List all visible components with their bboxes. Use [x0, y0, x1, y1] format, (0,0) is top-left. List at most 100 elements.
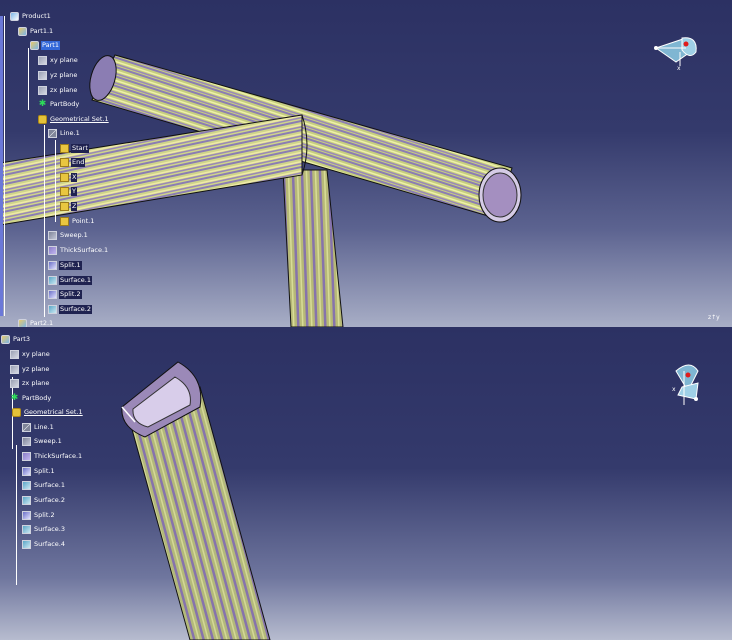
plane-icon[interactable]	[10, 365, 19, 374]
surface-icon[interactable]	[22, 525, 31, 534]
tree-node-label: Split.2	[59, 290, 82, 299]
plane-icon[interactable]	[10, 379, 19, 388]
tree-node-split-2[interactable]: Split.2	[48, 290, 82, 299]
point-icon[interactable]	[60, 144, 69, 153]
surface-icon[interactable]	[48, 276, 57, 285]
cut-tube-render[interactable]	[0, 327, 732, 640]
tree-node-zx-plane[interactable]: zx plane	[10, 379, 50, 388]
tree-node-label: Product1	[22, 12, 51, 20]
horizontal-tube[interactable]	[0, 114, 308, 226]
tree-node-part1[interactable]: Part1	[30, 41, 60, 50]
part-icon[interactable]	[1, 335, 10, 344]
tree-node-thicksurface-1[interactable]: ThickSurface.1	[22, 452, 83, 461]
plane-icon[interactable]	[38, 71, 47, 80]
tree-node-label: Split.2	[34, 511, 55, 519]
tree-node-z[interactable]: Z	[60, 202, 78, 211]
tree-node-surface-3[interactable]: Surface.3	[22, 525, 66, 534]
tree-node-line-1[interactable]: Line.1	[22, 423, 55, 432]
tree-node-partbody[interactable]: ✱ PartBody	[10, 394, 52, 403]
product-icon[interactable]	[10, 12, 19, 21]
tree-node-split-1[interactable]: Split.1	[48, 261, 82, 270]
tree-node-line-1[interactable]: Line.1	[48, 129, 81, 138]
tree-node-thicksurface-1[interactable]: ThickSurface.1	[48, 246, 109, 255]
sweep-icon[interactable]	[22, 437, 31, 446]
axis-triad-icon: z↑y	[708, 314, 720, 321]
tree-node-label: Point.1	[72, 217, 95, 225]
tree-node-label: zx plane	[50, 86, 78, 94]
tree-node-label: Part3	[13, 335, 30, 343]
tree-node-start[interactable]: Start	[60, 144, 89, 153]
tree-node-part3[interactable]: Part3	[1, 335, 31, 344]
line-icon[interactable]	[22, 423, 31, 432]
part-icon[interactable]	[18, 319, 27, 327]
surface-icon[interactable]	[22, 496, 31, 505]
tube-assembly-render[interactable]	[0, 0, 732, 327]
tree-node-geometrical-set-1[interactable]: Geometrical Set.1	[38, 115, 110, 124]
tree-node-surface-2[interactable]: Surface.2	[22, 496, 66, 505]
tree-node-surface-1[interactable]: Surface.1	[22, 481, 66, 490]
tree-node-split-1[interactable]: Split.1	[22, 467, 56, 476]
tree-node-surface-1[interactable]: Surface.1	[48, 276, 92, 285]
surface-icon[interactable]	[22, 481, 31, 490]
tree-node-xy-plane[interactable]: xy plane	[10, 350, 51, 359]
tree-node-sweep-1[interactable]: Sweep.1	[22, 437, 63, 446]
plane-icon[interactable]	[38, 56, 47, 65]
geometrical-set-icon[interactable]	[12, 408, 21, 417]
bottom-3d-viewport[interactable]: Part3 xy plane yz plane zx plane ✱ PartBody Ge…	[0, 327, 732, 640]
tree-node-end[interactable]: End	[60, 158, 86, 167]
vertical-tube[interactable]	[282, 169, 344, 327]
tree-node-label: Surface.2	[59, 305, 92, 314]
tree-node-label: Surface.2	[34, 496, 65, 504]
plane-icon[interactable]	[38, 86, 47, 95]
tree-node-product1[interactable]: Product1	[10, 12, 52, 21]
thick-surface-icon[interactable]	[48, 246, 57, 255]
point-icon[interactable]	[60, 217, 69, 226]
tree-node-part1-1[interactable]: Part1.1	[18, 27, 54, 36]
tree-node-part2-1[interactable]: Part2.1	[18, 319, 54, 327]
line-icon[interactable]	[48, 129, 57, 138]
sweep-icon[interactable]	[48, 231, 57, 240]
point-icon[interactable]	[60, 202, 69, 211]
part-icon[interactable]	[30, 41, 39, 50]
plane-icon[interactable]	[10, 350, 19, 359]
tree-node-sweep-1[interactable]: Sweep.1	[48, 231, 89, 240]
tree-node-partbody[interactable]: ✱ PartBody	[38, 100, 80, 109]
tree-node-label: Part1.1	[30, 27, 54, 35]
geometrical-set-icon[interactable]	[38, 115, 47, 124]
compass-axis-label: x	[677, 65, 681, 72]
tree-node-surface-2[interactable]: Surface.2	[48, 305, 92, 314]
split-icon[interactable]	[48, 290, 57, 299]
tree-node-label: Surface.4	[34, 540, 65, 548]
tree-node-yz-plane[interactable]: yz plane	[38, 71, 78, 80]
tree-node-split-2[interactable]: Split.2	[22, 511, 56, 520]
partbody-icon[interactable]: ✱	[38, 100, 47, 109]
tree-node-xy-plane[interactable]: xy plane	[38, 56, 79, 65]
compass-icon[interactable]: x	[646, 30, 702, 72]
tree-node-x[interactable]: X	[60, 173, 78, 182]
point-icon[interactable]	[60, 173, 69, 182]
tree-node-zx-plane[interactable]: zx plane	[38, 86, 78, 95]
tree-node-label: Sweep.1	[60, 231, 88, 239]
tree-node-yz-plane[interactable]: yz plane	[10, 365, 50, 374]
tree-node-geometrical-set-1[interactable]: Geometrical Set.1	[12, 408, 84, 417]
tree-node-point-1[interactable]: Point.1	[60, 217, 95, 226]
thick-surface-icon[interactable]	[22, 452, 31, 461]
partbody-icon[interactable]: ✱	[10, 394, 19, 403]
tree-node-surface-4[interactable]: Surface.4	[22, 540, 66, 549]
tree-node-y[interactable]: Y	[60, 187, 77, 196]
tree-node-label: yz plane	[50, 71, 78, 79]
cut-tube[interactable]	[121, 361, 271, 640]
tree-node-label: Part1	[41, 41, 60, 50]
split-icon[interactable]	[48, 261, 57, 270]
part-icon[interactable]	[18, 27, 27, 36]
surface-icon[interactable]	[48, 305, 57, 314]
split-icon[interactable]	[22, 467, 31, 476]
surface-icon[interactable]	[22, 540, 31, 549]
point-icon[interactable]	[60, 187, 69, 196]
split-icon[interactable]	[22, 511, 31, 520]
tree-node-label: Part2.1	[30, 319, 54, 327]
top-3d-viewport[interactable]: Product1 Part1.1 Part1 xy plane yz plane zx p…	[0, 0, 732, 327]
point-icon[interactable]	[60, 158, 69, 167]
tree-node-label: Start	[71, 144, 89, 153]
compass-icon[interactable]: x	[668, 361, 708, 413]
